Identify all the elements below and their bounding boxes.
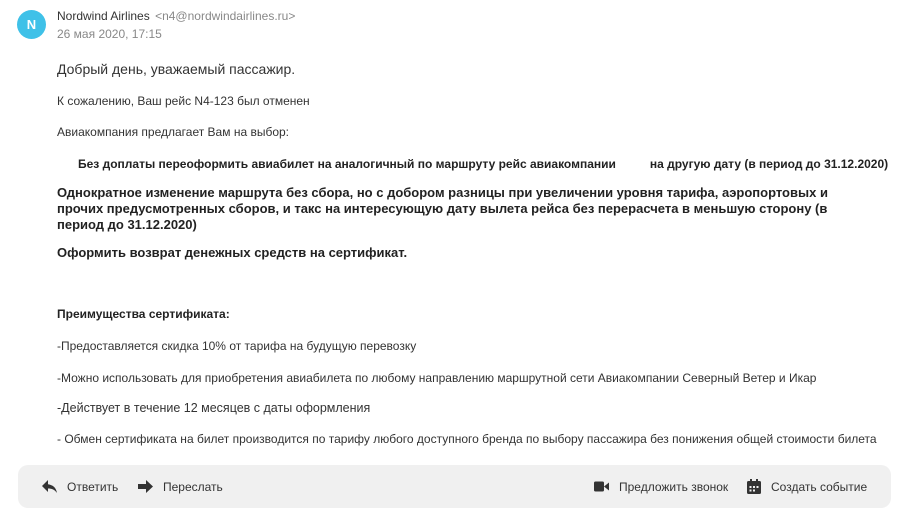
advantage-item: - Обмен сертификата на билет производитс… xyxy=(57,432,877,446)
offer-intro-text: Авиакомпания предлагает Вам на выбор: xyxy=(57,125,290,139)
option-rebook-part2: на другую дату (в период до 31.12.2020) xyxy=(649,157,889,171)
option-route-change: Однократное изменение маршрута без сбора… xyxy=(57,185,828,232)
advantage-item: -Предоставляется скидка 10% от тарифа на… xyxy=(57,339,417,353)
option-rebook: Без доплаты переоформить авиабилет на ан… xyxy=(78,157,888,171)
suggest-call-label: Предложить звонок xyxy=(619,479,729,494)
advantage-item: -Можно использовать для приобретения ави… xyxy=(57,371,817,385)
create-event-label: Создать событие xyxy=(771,479,868,494)
create-event-button[interactable]: Создать событие xyxy=(747,465,867,508)
greeting-text: Добрый день, уважаемый пассажир. xyxy=(57,61,296,77)
sender-email[interactable]: <n4@nordwindairlines.ru> xyxy=(155,9,295,23)
sender-avatar[interactable]: N xyxy=(17,10,46,39)
forward-icon xyxy=(138,480,153,493)
option-refund-certificate: Оформить возврат денежных средств на сер… xyxy=(57,245,408,260)
option-rebook-part1: Без доплаты переоформить авиабилет на ан… xyxy=(78,157,616,171)
message-actions-toolbar: Ответить Переслать Предложить звонок Соз… xyxy=(18,465,891,508)
forward-label: Переслать xyxy=(163,479,223,494)
message-date: 26 мая 2020, 17:15 xyxy=(57,27,162,41)
reply-icon xyxy=(42,480,57,493)
forward-button[interactable]: Переслать xyxy=(138,465,223,508)
sender-name[interactable]: Nordwind Airlines xyxy=(57,9,150,23)
video-camera-icon xyxy=(594,481,609,492)
calendar-icon xyxy=(747,479,761,494)
advantages-title: Преимущества сертификата: xyxy=(57,307,230,321)
cancellation-text: К сожалению, Ваш рейс N4-123 был отменен xyxy=(57,94,310,108)
suggest-call-button[interactable]: Предложить звонок xyxy=(594,465,728,508)
reply-button[interactable]: Ответить xyxy=(42,465,118,508)
advantage-item: -Действует в течение 12 месяцев с даты о… xyxy=(57,401,371,415)
sender[interactable]: Nordwind Airlines <n4@nordwindairlines.r… xyxy=(57,9,295,23)
reply-label: Ответить xyxy=(67,479,119,494)
